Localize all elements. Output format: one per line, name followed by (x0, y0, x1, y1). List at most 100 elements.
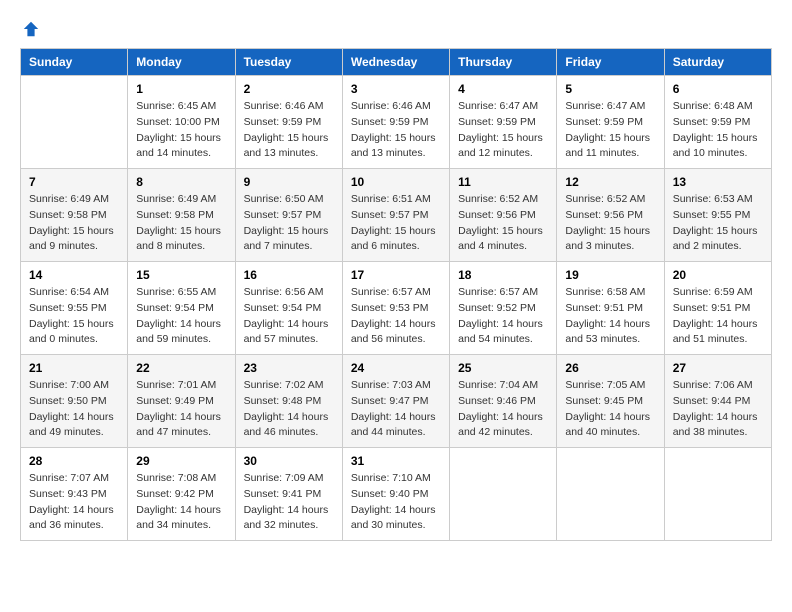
calendar-cell: 12 Sunrise: 6:52 AM Sunset: 9:56 PM Dayli… (557, 169, 664, 262)
day-number: 25 (458, 361, 548, 375)
day-number: 20 (673, 268, 763, 282)
day-info: Sunrise: 7:04 AM Sunset: 9:46 PM Dayligh… (458, 378, 548, 441)
day-info: Sunrise: 6:52 AM Sunset: 9:56 PM Dayligh… (565, 192, 655, 255)
calendar-cell: 8 Sunrise: 6:49 AM Sunset: 9:58 PM Daylig… (128, 169, 235, 262)
calendar-cell: 22Sunrise: 7:01 AM Sunset: 9:49 PM Dayli… (128, 355, 235, 448)
calendar-cell: 7Sunrise: 6:49 AM Sunset: 9:58 PM Daylig… (21, 169, 128, 262)
calendar-cell (450, 448, 557, 541)
week-row-3: 14Sunrise: 6:54 AM Sunset: 9:55 PM Dayli… (21, 262, 772, 355)
day-number: 28 (29, 454, 119, 468)
day-number: 24 (351, 361, 441, 375)
day-info: Sunrise: 6:56 AM Sunset: 9:54 PM Dayligh… (244, 285, 334, 348)
week-row-4: 21 Sunrise: 7:00 AM Sunset: 9:50 PM Dayli… (21, 355, 772, 448)
day-number: 12 (565, 175, 655, 189)
calendar-cell: 25 Sunrise: 7:04 AM Sunset: 9:46 PM Dayli… (450, 355, 557, 448)
day-info: Sunrise: 6:50 AM Sunset: 9:57 PM Dayligh… (244, 192, 334, 255)
day-info: Sunrise: 6:54 AM Sunset: 9:55 PM Dayligh… (29, 285, 119, 348)
calendar-header: SundayMondayTuesdayWednesdayThursdayFrid… (21, 49, 772, 76)
calendar-cell: 26Sunrise: 7:05 AM Sunset: 9:45 PM Dayli… (557, 355, 664, 448)
header-day-thursday: Thursday (450, 49, 557, 76)
day-number: 1 (136, 82, 226, 96)
calendar-cell: 5 Sunrise: 6:47 AM Sunset: 9:59 PM Daylig… (557, 76, 664, 169)
day-info: Sunrise: 6:51 AM Sunset: 9:57 PM Dayligh… (351, 192, 441, 255)
logo (20, 20, 40, 38)
day-info: Sunrise: 6:53 AM Sunset: 9:55 PM Dayligh… (673, 192, 763, 255)
day-info: Sunrise: 6:45 AM Sunset: 10:00 PM Daylig… (136, 99, 226, 162)
calendar-cell: 31 Sunrise: 7:10 AM Sunset: 9:40 PM Dayli… (342, 448, 449, 541)
day-number: 13 (673, 175, 763, 189)
calendar-cell: 4Sunrise: 6:47 AM Sunset: 9:59 PM Daylig… (450, 76, 557, 169)
calendar-cell: 27Sunrise: 7:06 AM Sunset: 9:44 PM Dayli… (664, 355, 771, 448)
calendar-cell: 14Sunrise: 6:54 AM Sunset: 9:55 PM Dayli… (21, 262, 128, 355)
day-number: 6 (673, 82, 763, 96)
day-number: 31 (351, 454, 441, 468)
day-info: Sunrise: 7:10 AM Sunset: 9:40 PM Dayligh… (351, 471, 441, 534)
header-day-friday: Friday (557, 49, 664, 76)
day-number: 29 (136, 454, 226, 468)
calendar-cell: 11 Sunrise: 6:52 AM Sunset: 9:56 PM Dayli… (450, 169, 557, 262)
day-info: Sunrise: 6:47 AM Sunset: 9:59 PM Dayligh… (458, 99, 548, 162)
calendar-cell: 29 Sunrise: 7:08 AM Sunset: 9:42 PM Dayli… (128, 448, 235, 541)
calendar-cell: 15 Sunrise: 6:55 AM Sunset: 9:54 PM Dayli… (128, 262, 235, 355)
day-number: 21 (29, 361, 119, 375)
calendar-cell: 13 Sunrise: 6:53 AM Sunset: 9:55 PM Dayli… (664, 169, 771, 262)
day-info: Sunrise: 6:59 AM Sunset: 9:51 PM Dayligh… (673, 285, 763, 348)
day-info: Sunrise: 7:01 AM Sunset: 9:49 PM Dayligh… (136, 378, 226, 441)
calendar-body: 1 Sunrise: 6:45 AM Sunset: 10:00 PM Dayli… (21, 76, 772, 541)
day-info: Sunrise: 7:00 AM Sunset: 9:50 PM Dayligh… (29, 378, 119, 441)
calendar-cell: 10Sunrise: 6:51 AM Sunset: 9:57 PM Dayli… (342, 169, 449, 262)
day-number: 5 (565, 82, 655, 96)
day-info: Sunrise: 6:52 AM Sunset: 9:56 PM Dayligh… (458, 192, 548, 255)
calendar-table: SundayMondayTuesdayWednesdayThursdayFrid… (20, 48, 772, 541)
day-info: Sunrise: 6:47 AM Sunset: 9:59 PM Dayligh… (565, 99, 655, 162)
day-number: 11 (458, 175, 548, 189)
day-info: Sunrise: 7:07 AM Sunset: 9:43 PM Dayligh… (29, 471, 119, 534)
day-info: Sunrise: 7:06 AM Sunset: 9:44 PM Dayligh… (673, 378, 763, 441)
header-day-wednesday: Wednesday (342, 49, 449, 76)
week-row-2: 7 Sunrise: 6:49 AM Sunset: 9:58 PM Daylig… (21, 169, 772, 262)
day-number: 9 (244, 175, 334, 189)
day-info: Sunrise: 6:46 AM Sunset: 9:59 PM Dayligh… (244, 99, 334, 162)
day-info: Sunrise: 7:03 AM Sunset: 9:47 PM Dayligh… (351, 378, 441, 441)
calendar-cell (557, 448, 664, 541)
calendar-cell: 28 Sunrise: 7:07 AM Sunset: 9:43 PM Dayli… (21, 448, 128, 541)
day-number: 23 (244, 361, 334, 375)
calendar-cell: 3Sunrise: 6:46 AM Sunset: 9:59 PM Daylig… (342, 76, 449, 169)
day-info: Sunrise: 7:09 AM Sunset: 9:41 PM Dayligh… (244, 471, 334, 534)
day-number: 15 (136, 268, 226, 282)
day-number: 30 (244, 454, 334, 468)
day-info: Sunrise: 6:57 AM Sunset: 9:52 PM Dayligh… (458, 285, 548, 348)
day-number: 8 (136, 175, 226, 189)
calendar-cell: 16 Sunrise: 6:56 AM Sunset: 9:54 PM Dayli… (235, 262, 342, 355)
calendar-cell: 1 Sunrise: 6:45 AM Sunset: 10:00 PM Dayli… (128, 76, 235, 169)
day-number: 17 (351, 268, 441, 282)
header-day-saturday: Saturday (664, 49, 771, 76)
day-info: Sunrise: 6:55 AM Sunset: 9:54 PM Dayligh… (136, 285, 226, 348)
day-number: 19 (565, 268, 655, 282)
day-info: Sunrise: 7:02 AM Sunset: 9:48 PM Dayligh… (244, 378, 334, 441)
calendar-cell (21, 76, 128, 169)
header-row: SundayMondayTuesdayWednesdayThursdayFrid… (21, 49, 772, 76)
calendar-cell: 24 Sunrise: 7:03 AM Sunset: 9:47 PM Dayli… (342, 355, 449, 448)
day-info: Sunrise: 7:08 AM Sunset: 9:42 PM Dayligh… (136, 471, 226, 534)
day-info: Sunrise: 6:48 AM Sunset: 9:59 PM Dayligh… (673, 99, 763, 162)
calendar-cell: 6 Sunrise: 6:48 AM Sunset: 9:59 PM Daylig… (664, 76, 771, 169)
calendar-cell: 23 Sunrise: 7:02 AM Sunset: 9:48 PM Dayli… (235, 355, 342, 448)
day-number: 7 (29, 175, 119, 189)
week-row-5: 28 Sunrise: 7:07 AM Sunset: 9:43 PM Dayli… (21, 448, 772, 541)
calendar-cell (664, 448, 771, 541)
header-day-monday: Monday (128, 49, 235, 76)
day-info: Sunrise: 6:49 AM Sunset: 9:58 PM Dayligh… (136, 192, 226, 255)
calendar-cell: 30 Sunrise: 7:09 AM Sunset: 9:41 PM Dayli… (235, 448, 342, 541)
day-number: 2 (244, 82, 334, 96)
page-header (20, 20, 772, 38)
header-day-tuesday: Tuesday (235, 49, 342, 76)
calendar-cell: 9 Sunrise: 6:50 AM Sunset: 9:57 PM Daylig… (235, 169, 342, 262)
day-info: Sunrise: 6:46 AM Sunset: 9:59 PM Dayligh… (351, 99, 441, 162)
day-number: 26 (565, 361, 655, 375)
day-number: 16 (244, 268, 334, 282)
calendar-cell: 19Sunrise: 6:58 AM Sunset: 9:51 PM Dayli… (557, 262, 664, 355)
calendar-cell: 21 Sunrise: 7:00 AM Sunset: 9:50 PM Dayli… (21, 355, 128, 448)
day-number: 18 (458, 268, 548, 282)
calendar-cell: 20 Sunrise: 6:59 AM Sunset: 9:51 PM Dayli… (664, 262, 771, 355)
